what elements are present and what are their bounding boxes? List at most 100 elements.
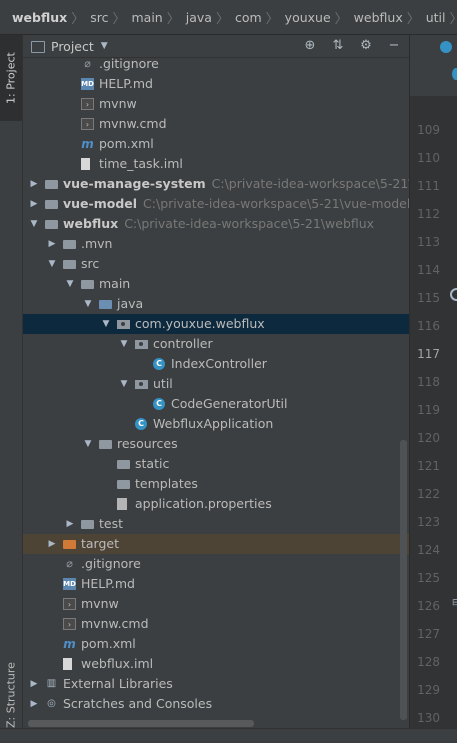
tree-item-label: .gitignore bbox=[99, 55, 159, 74]
line-number: 120 bbox=[417, 431, 440, 445]
tree-item[interactable]: ▶ vue-manage-system C:\private-idea-worksp… bbox=[23, 174, 409, 194]
module-folder-icon bbox=[45, 180, 58, 189]
folder-icon bbox=[117, 460, 130, 469]
tree-item[interactable]: MD HELP.md bbox=[23, 574, 409, 594]
tree-item[interactable]: ▼ controller bbox=[23, 334, 409, 354]
breadcrumb-separator-icon: 〉 bbox=[450, 8, 457, 27]
tree-item[interactable]: › mvnw bbox=[23, 594, 409, 614]
gear-icon[interactable]: ⚙ bbox=[357, 38, 375, 53]
tree-item-name: static bbox=[135, 456, 170, 471]
tree-item-name: pom.xml bbox=[99, 136, 154, 151]
tree-item[interactable]: ▶ ▥ External Libraries bbox=[23, 674, 409, 694]
chevron-down-icon[interactable]: ▼ bbox=[101, 314, 111, 334]
chevron-right-icon[interactable]: ▶ bbox=[29, 174, 39, 194]
maven-icon: m bbox=[63, 637, 76, 651]
chevron-down-icon[interactable]: ▼ bbox=[29, 214, 39, 234]
breadcrumb-item[interactable]: main bbox=[125, 10, 166, 25]
class-icon: C bbox=[153, 398, 165, 410]
chevron-down-icon[interactable]: ▼ bbox=[65, 274, 75, 294]
breadcrumb-item[interactable]: src bbox=[84, 10, 112, 25]
line-number: 109 bbox=[417, 123, 440, 137]
tree-item[interactable]: ▶ test bbox=[23, 514, 409, 534]
tree-item[interactable]: ▶ vue-model C:\private-idea-workspace\5-21… bbox=[23, 194, 409, 214]
tree-item[interactable]: time_task.iml bbox=[23, 154, 409, 174]
editor-tab-class-icon[interactable] bbox=[440, 41, 452, 53]
line-number: 122 bbox=[417, 487, 440, 501]
line-number: 115 bbox=[417, 291, 440, 305]
breadcrumb-separator-icon: 〉 bbox=[265, 11, 279, 27]
tree-item[interactable]: static bbox=[23, 454, 409, 474]
tree-item[interactable]: ▼ resources bbox=[23, 434, 409, 454]
project-view-selector[interactable]: Project ▼ bbox=[31, 39, 108, 54]
chevron-right-icon[interactable]: ▶ bbox=[29, 674, 39, 694]
breadcrumb-item[interactable]: webflux bbox=[348, 10, 407, 25]
tree-item[interactable]: m pom.xml bbox=[23, 134, 409, 154]
source-folder-icon bbox=[99, 300, 112, 309]
breadcrumb-item[interactable]: java bbox=[180, 10, 216, 25]
line-number: 123 bbox=[417, 515, 440, 529]
tree-item[interactable]: ▶ .mvn bbox=[23, 234, 409, 254]
tree-vertical-scrollbar[interactable] bbox=[400, 440, 407, 720]
properties-icon bbox=[117, 498, 127, 510]
tree-item[interactable]: ▼ main bbox=[23, 274, 409, 294]
tree-item[interactable]: ⌀ .gitignore bbox=[23, 554, 409, 574]
tree-item[interactable]: ▶ target bbox=[23, 534, 409, 554]
chevron-right-icon[interactable]: ▶ bbox=[47, 534, 57, 554]
class-icon: C bbox=[153, 358, 165, 370]
breadcrumb-item[interactable]: youxue bbox=[279, 10, 335, 25]
chevron-down-icon[interactable]: ▼ bbox=[119, 334, 129, 354]
module-path: C:\private-idea-workspace\5-21\vue-model bbox=[143, 196, 409, 211]
collapse-icon[interactable]: ⇅ bbox=[329, 38, 347, 53]
breadcrumb-item[interactable]: com bbox=[229, 10, 266, 25]
scratches-icon: ◎ bbox=[47, 698, 56, 709]
override-marker-icon[interactable] bbox=[450, 288, 457, 301]
tree-item[interactable]: › mvnw.cmd bbox=[23, 114, 409, 134]
tree-item-label: main bbox=[99, 274, 130, 294]
tree-item[interactable]: C CodeGeneratorUtil bbox=[23, 394, 409, 414]
module-path: C:\private-idea-workspace\5-21\vue- bbox=[211, 176, 409, 191]
libraries-icon: ▥ bbox=[46, 678, 57, 689]
project-tool-tab[interactable]: 1: Project bbox=[0, 35, 22, 121]
chevron-right-icon[interactable]: ▶ bbox=[29, 694, 39, 714]
tree-item[interactable]: MD HELP.md bbox=[23, 74, 409, 94]
tree-item-label: External Libraries bbox=[63, 674, 173, 694]
tree-item[interactable]: ▼ com.youxue.webflux bbox=[23, 314, 409, 334]
locate-icon[interactable]: ⊕ bbox=[301, 38, 319, 53]
tree-item[interactable]: templates bbox=[23, 474, 409, 494]
fold-marker-icon[interactable]: ⊟ bbox=[452, 598, 457, 608]
tree-item[interactable]: › mvnw bbox=[23, 94, 409, 114]
minimize-icon[interactable]: − bbox=[385, 38, 403, 53]
tree-item-name: application.properties bbox=[135, 496, 272, 511]
terminal-icon: › bbox=[81, 98, 94, 110]
chevron-down-icon[interactable]: ▼ bbox=[83, 294, 93, 314]
tree-item[interactable]: C WebfluxApplication bbox=[23, 414, 409, 434]
tree-item[interactable]: ▼ webflux C:\private-idea-workspace\5-21\w… bbox=[23, 214, 409, 234]
tree-item[interactable]: › mvnw.cmd bbox=[23, 614, 409, 634]
tree-item[interactable]: webflux.iml bbox=[23, 654, 409, 674]
tree-item[interactable]: m pom.xml bbox=[23, 634, 409, 654]
chevron-down-icon[interactable]: ▼ bbox=[119, 374, 129, 394]
tree-item[interactable]: ▶ ◎ Scratches and Consoles bbox=[23, 694, 409, 714]
breadcrumb-item[interactable]: util bbox=[420, 10, 450, 25]
tree-item[interactable]: ▼ src bbox=[23, 254, 409, 274]
tree-item[interactable]: ▼ util bbox=[23, 374, 409, 394]
tree-item-label: com.youxue.webflux bbox=[135, 314, 265, 334]
editor-tab-class-icon[interactable] bbox=[452, 68, 457, 80]
chevron-right-icon[interactable]: ▶ bbox=[65, 514, 75, 534]
tree-item[interactable]: application.properties bbox=[23, 494, 409, 514]
breadcrumb-item[interactable]: webflux bbox=[0, 10, 71, 25]
chevron-right-icon[interactable]: ▶ bbox=[47, 234, 57, 254]
breadcrumb-separator-icon: 〉 bbox=[112, 11, 126, 27]
chevron-down-icon[interactable]: ▼ bbox=[47, 254, 57, 274]
tree-item-label: templates bbox=[135, 474, 198, 494]
tree-item-name: test bbox=[99, 516, 124, 531]
folder-icon bbox=[63, 240, 76, 249]
tree-item[interactable]: C IndexController bbox=[23, 354, 409, 374]
chevron-right-icon[interactable]: ▶ bbox=[29, 194, 39, 214]
tree-item-label: .mvn bbox=[81, 234, 112, 254]
chevron-down-icon[interactable]: ▼ bbox=[83, 434, 93, 454]
tree-item[interactable]: ▼ java bbox=[23, 294, 409, 314]
tree-item[interactable]: ⌀ .gitignore bbox=[23, 55, 409, 74]
tree-horizontal-scrollbar[interactable] bbox=[28, 720, 254, 727]
tree-item-label: mvnw bbox=[99, 94, 137, 114]
